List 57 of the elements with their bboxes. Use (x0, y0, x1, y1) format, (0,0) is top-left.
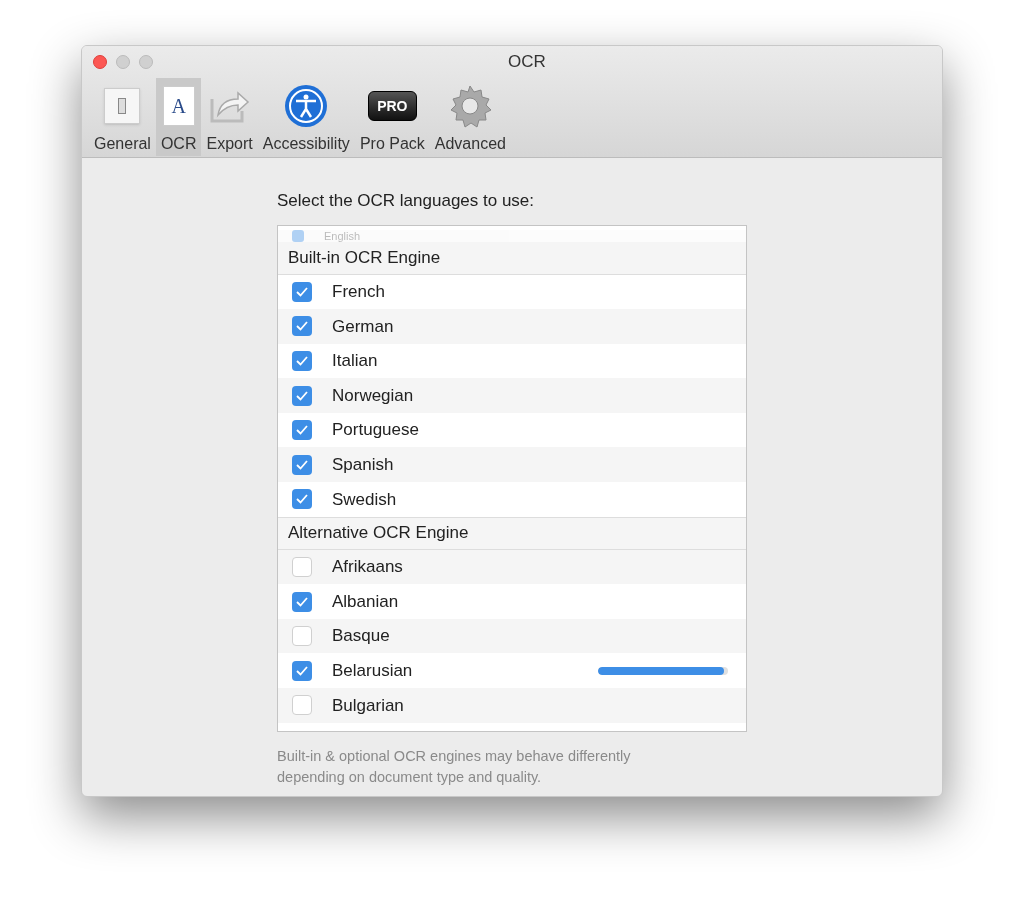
language-row[interactable]: Norwegian (278, 378, 746, 413)
checkbox[interactable] (292, 316, 312, 337)
checkmark-icon (296, 321, 308, 332)
language-row[interactable]: Afrikaans (278, 549, 746, 585)
language-label: Norwegian (332, 384, 415, 407)
checkbox[interactable] (292, 420, 312, 441)
document-letter-icon: A (162, 86, 195, 126)
language-row[interactable]: Basque (278, 618, 746, 654)
toolbar-tab[interactable]: Accessibility (257, 78, 355, 156)
language-label: Basque (332, 625, 391, 648)
language-row[interactable]: German (278, 309, 746, 344)
language-label: French (332, 281, 386, 304)
checkbox[interactable] (292, 489, 312, 510)
language-row[interactable]: Bulgarian (278, 688, 746, 723)
pro-badge-icon: PRO (368, 91, 417, 121)
switch-icon (104, 88, 141, 124)
checkbox[interactable] (292, 351, 312, 371)
group-header: Alternative OCR Engine (278, 516, 746, 550)
checkmark-icon (296, 425, 308, 436)
checkbox[interactable] (292, 281, 312, 302)
group-header: Built-in OCR Engine (278, 241, 746, 275)
language-label: English (324, 229, 361, 242)
toolbar-tab[interactable]: PRO Pro Pack (354, 78, 430, 156)
checkbox[interactable] (292, 454, 312, 475)
language-label: Italian (332, 350, 379, 373)
language-label: Afrikaans (332, 556, 404, 579)
toolbar-tab[interactable]: A OCR (155, 78, 202, 156)
checkmark-icon (296, 286, 308, 297)
language-label: Swedish (332, 488, 398, 511)
language-label: Albanian (332, 590, 400, 613)
checkbox[interactable] (292, 385, 312, 406)
checkbox[interactable] (292, 591, 312, 612)
checkmark-icon (296, 665, 308, 676)
toolbar-tab[interactable]: Advanced (429, 78, 511, 156)
close-button[interactable] (93, 55, 107, 69)
checkbox[interactable] (292, 626, 312, 647)
language-row[interactable]: Spanish (278, 447, 746, 483)
note-text: Built-in & optional OCR engines may behave differently depending on document type and quality. (277, 746, 632, 787)
language-label: Belarusian (332, 660, 414, 682)
language-label: German (332, 315, 395, 338)
checkbox[interactable] (292, 695, 312, 716)
accessibility-icon (284, 84, 329, 128)
window-title: OCR (508, 51, 546, 74)
toolbar-tab[interactable]: General (89, 78, 156, 156)
settings-icon (448, 84, 493, 128)
checkmark-icon (296, 356, 308, 366)
language-label: Spanish (332, 454, 395, 476)
checkmark-icon (296, 596, 308, 607)
toolbar-tab[interactable]: Export (201, 78, 258, 156)
checkmark-icon (296, 494, 308, 505)
language-label: Portuguese (332, 419, 420, 442)
prompt-label: Select the OCR languages to use: (277, 190, 536, 212)
checkbox[interactable] (292, 660, 312, 681)
language-label: Bulgarian (332, 694, 405, 717)
checkbox[interactable] (292, 556, 312, 577)
checkmark-icon (296, 459, 308, 470)
checkmark-icon (296, 390, 308, 401)
